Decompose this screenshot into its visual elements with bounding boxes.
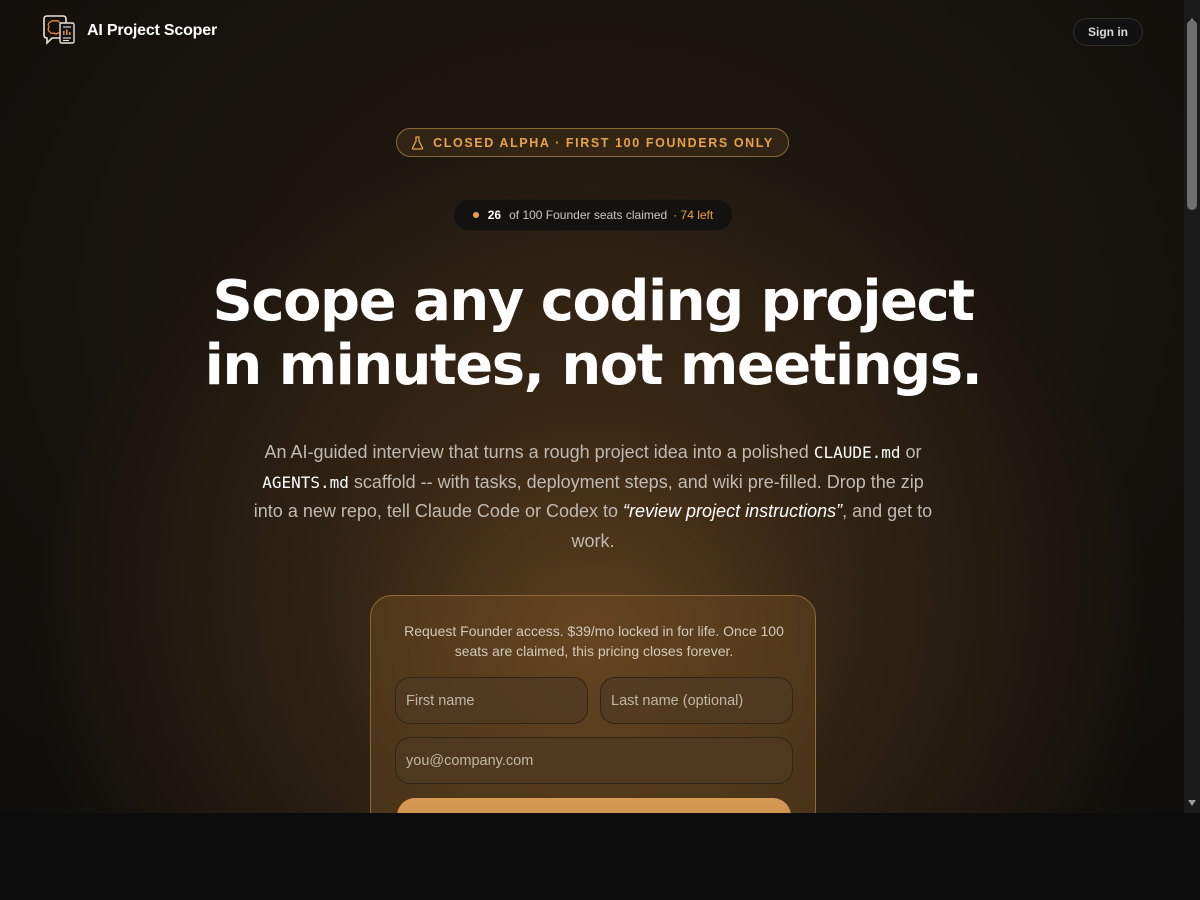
window-bottom-area xyxy=(0,813,1200,900)
request-access-button[interactable] xyxy=(397,798,791,813)
flask-icon xyxy=(411,135,424,150)
brand-name: AI Project Scoper xyxy=(87,22,217,39)
founder-access-form: Request Founder access. $39/mo locked in… xyxy=(370,595,816,813)
email-input[interactable] xyxy=(395,737,793,784)
first-name-input[interactable] xyxy=(395,677,588,724)
scroll-down-icon[interactable] xyxy=(1188,800,1196,806)
headline-line-1: Scope any coding project xyxy=(212,269,975,334)
last-name-input[interactable] xyxy=(600,677,793,724)
sign-in-button[interactable]: Sign in xyxy=(1073,18,1143,46)
badge-label: CLOSED ALPHA · FIRST 100 FOUNDERS ONLY xyxy=(433,135,774,150)
brand-logo[interactable]: AI Project Scoper xyxy=(41,13,217,49)
seats-claimed-text: of 100 Founder seats claimed xyxy=(509,208,668,222)
closed-alpha-badge: CLOSED ALPHA · FIRST 100 FOUNDERS ONLY xyxy=(396,128,789,157)
form-intro-text: Request Founder access. $39/mo locked in… xyxy=(404,623,784,659)
page-viewport: AI Project Scoper Sign in CLOSED ALPHA ·… xyxy=(0,0,1184,813)
claude-md-code: CLAUDE.md xyxy=(813,443,901,462)
headline-line-2: in minutes, not meetings. xyxy=(204,333,983,398)
hero-headline: Scope any coding project in minutes, not… xyxy=(150,270,1036,398)
vertical-scrollbar[interactable] xyxy=(1184,0,1200,813)
scrollbar-thumb[interactable] xyxy=(1187,20,1197,210)
seats-left-text: · 74 left xyxy=(673,208,714,222)
agents-md-code: AGENTS.md xyxy=(262,472,349,492)
status-dot xyxy=(472,212,479,218)
seats-counter: 26 of 100 Founder seats claimed · 74 lef… xyxy=(453,199,733,231)
description-part-2: or xyxy=(900,442,922,462)
seats-claimed-count: 26 xyxy=(487,208,502,222)
review-instructions-emphasis: “review project instructions” xyxy=(623,501,843,521)
hero-description: An AI-guided interview that turns a roug… xyxy=(248,438,938,556)
description-part-1: An AI-guided interview that turns a roug… xyxy=(264,442,814,462)
brain-document-logo-icon xyxy=(43,15,75,45)
